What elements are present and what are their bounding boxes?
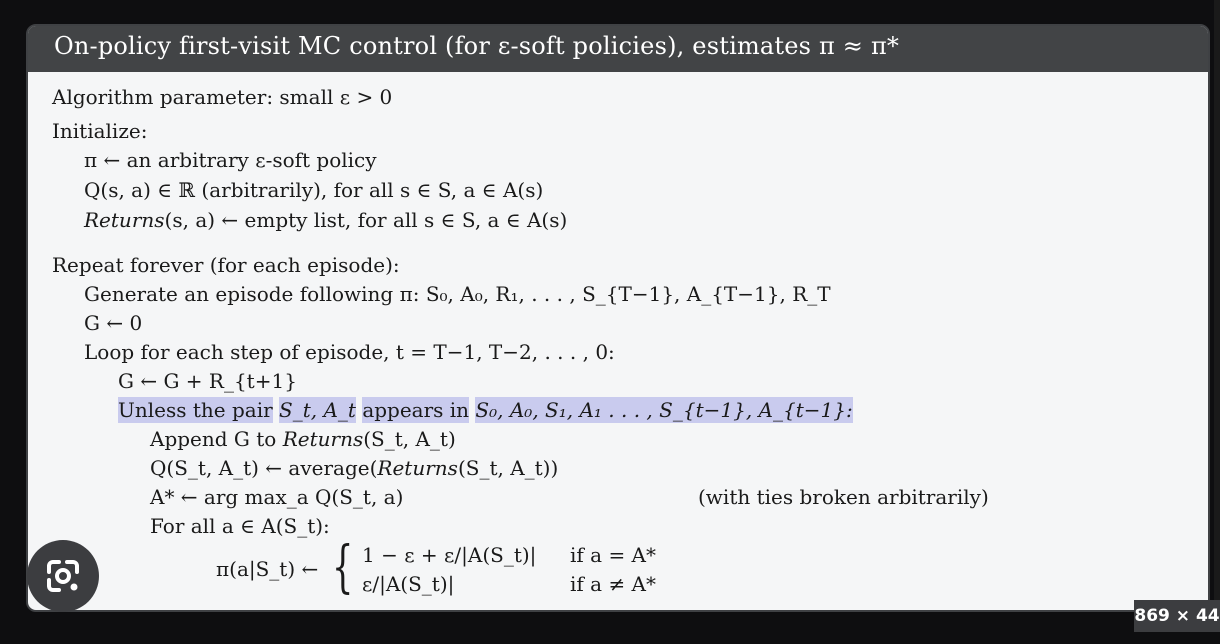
loop-line: Loop for each step of episode, t = T−1, … [84,340,615,364]
algorithm-parameter: Algorithm parameter: small ε > 0 [52,85,393,109]
right-edge [1214,0,1220,644]
init-returns-line: Returns(s, a) ← empty list, for all s ∈ … [84,207,567,233]
unless-text-3: appears in [362,397,470,423]
append-returns: Returns [282,427,364,451]
google-lens-button[interactable] [27,540,99,612]
cases-brace: { [332,535,354,600]
q-update-returns: Returns [377,456,458,480]
q-update-text: Q(S_t, A_t) ← average( [150,456,378,480]
generate-episode-line: Generate an episode following π: S₀, A₀,… [84,282,831,306]
q-update-args: (S_t, A_t)) [457,456,559,480]
pi-update-lhs: π(a|S_t) ← [216,557,319,581]
append-line: Append G to Returns(S_t, A_t) [150,426,456,452]
initialize-label: Initialize: [52,119,148,143]
repeat-label: Repeat forever (for each episode): [52,253,400,277]
init-returns-text: (s, a) ← empty list, for all s ∈ S, a ∈ … [164,208,568,232]
append-text: Append G to [150,427,283,451]
g-init-line: G ← 0 [84,311,143,335]
case2-value: ε/|A(S_t)| [362,572,455,596]
case1-value: 1 − ε + ε/|A(S_t)| [362,543,537,567]
unless-text-1: Unless the pair [118,397,273,423]
unless-text-4: S₀, A₀, S₁, A₁ . . . , S_{t−1}, A_{t−1}: [475,397,853,423]
ties-comment: (with ties broken arbitrarily) [698,485,989,509]
unless-text-2: S_t, A_t [279,397,356,423]
forall-line: For all a ∈ A(S_t): [150,514,330,538]
unless-line: Unless the pair S_t, A_t appears in S₀, … [118,397,853,423]
init-q-line: Q(s, a) ∈ ℝ (arbitrarily), for all s ∈ S… [84,178,544,202]
g-update-line: G ← G + R_{t+1} [118,369,297,393]
case1-condition: if a = A* [570,543,656,567]
returns-symbol: Returns [84,208,165,232]
top-strip [0,0,1220,4]
image-size-badge: 869 × 44 [1134,600,1220,632]
astar-line: A* ← arg max_a Q(S_t, a) [150,485,404,509]
algorithm-body: Algorithm parameter: small ε > 0 Initial… [28,26,1208,610]
algorithm-box: On-policy first-visit MC control (for ε-… [26,24,1210,612]
init-policy-line: π ← an arbitrary ε-soft policy [84,148,377,172]
q-update-line: Q(S_t, A_t) ← average(Returns(S_t, A_t)) [150,455,558,481]
bottom-bar [0,632,1220,644]
case2-condition: if a ≠ A* [570,572,656,596]
google-lens-icon [47,560,79,592]
append-args: (S_t, A_t) [363,427,456,451]
